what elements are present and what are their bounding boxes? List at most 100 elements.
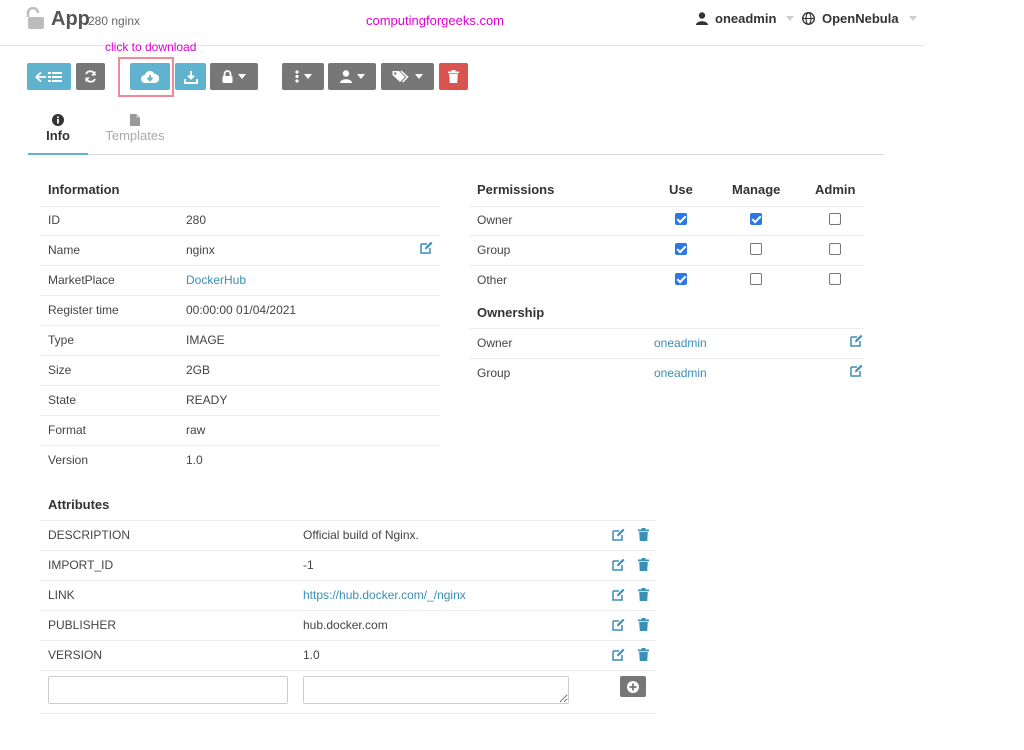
info-label: Format xyxy=(48,423,87,437)
owner-link[interactable]: oneadmin xyxy=(654,336,707,350)
zone-menu[interactable]: OpenNebula xyxy=(802,11,917,26)
new-attribute-value-input[interactable] xyxy=(303,676,569,704)
ownership-label: Group xyxy=(477,366,511,380)
attributes-title: Attributes xyxy=(48,497,110,512)
ownership-title: Ownership xyxy=(477,305,545,320)
divider xyxy=(40,713,656,714)
edit-icon[interactable] xyxy=(612,588,625,601)
edit-icon[interactable] xyxy=(612,648,625,661)
info-label: Name xyxy=(48,243,81,257)
edit-icon[interactable] xyxy=(850,364,863,377)
info-label: Version xyxy=(48,453,89,467)
info-value: raw xyxy=(186,423,206,437)
attribute-link[interactable]: https://hub.docker.com/_/nginx xyxy=(303,588,466,602)
zone-name: OpenNebula xyxy=(822,11,899,26)
divider xyxy=(40,235,440,236)
info-label: Register time xyxy=(48,303,119,317)
attribute-key: PUBLISHER xyxy=(48,618,117,632)
trash-icon[interactable] xyxy=(638,588,649,601)
active-tab-indicator xyxy=(28,153,88,155)
permissions-col-use: Use xyxy=(669,182,693,197)
tab-templates[interactable]: Templates xyxy=(104,114,166,143)
owner-manage-checkbox[interactable] xyxy=(750,213,762,225)
edit-icon[interactable] xyxy=(850,334,863,347)
trash-icon[interactable] xyxy=(638,558,649,571)
divider xyxy=(40,520,656,521)
marketplace-link[interactable]: DockerHub xyxy=(186,273,246,287)
ownership-label: Owner xyxy=(477,336,513,350)
globe-icon xyxy=(802,12,815,25)
change-owner-button[interactable] xyxy=(328,63,376,90)
permission-label: Other xyxy=(477,273,508,287)
watermark-text: computingforgeeks.com xyxy=(366,13,505,28)
trash-icon[interactable] xyxy=(638,618,649,631)
other-admin-checkbox[interactable] xyxy=(829,273,841,285)
tab-info-label: Info xyxy=(46,128,70,143)
download-icon xyxy=(183,70,198,84)
divider xyxy=(40,206,440,207)
trash-icon[interactable] xyxy=(638,648,649,661)
divider xyxy=(470,235,864,236)
info-value: READY xyxy=(186,393,228,407)
info-value: 00:00:00 01/04/2021 xyxy=(186,303,297,317)
info-label: ID xyxy=(48,213,60,227)
vertical-ellipsis-icon xyxy=(294,70,299,83)
tab-info[interactable]: Info xyxy=(28,114,88,143)
divider xyxy=(40,265,440,266)
user-menu[interactable]: oneadmin xyxy=(696,11,795,26)
edit-icon[interactable] xyxy=(612,618,625,631)
back-to-list-button[interactable] xyxy=(27,63,71,90)
file-icon xyxy=(130,114,140,126)
info-label: MarketPlace xyxy=(48,273,115,287)
owner-admin-checkbox[interactable] xyxy=(829,213,841,225)
edit-icon[interactable] xyxy=(612,558,625,571)
info-circle-icon xyxy=(52,114,64,126)
group-manage-checkbox[interactable] xyxy=(750,243,762,255)
tags-icon xyxy=(392,70,409,83)
tab-templates-label: Templates xyxy=(105,128,165,143)
chevron-down-icon xyxy=(303,74,312,79)
owner-use-checkbox[interactable] xyxy=(675,213,687,225)
trash-icon[interactable] xyxy=(638,528,649,541)
lock-dropdown-button[interactable] xyxy=(210,63,258,90)
edit-icon[interactable] xyxy=(420,241,433,254)
attribute-key: LINK xyxy=(48,588,75,602)
more-actions-button[interactable] xyxy=(282,63,324,90)
attribute-value: Official build of Nginx. xyxy=(303,528,419,542)
new-attribute-key-input[interactable] xyxy=(48,676,288,704)
info-label: Type xyxy=(48,333,75,347)
group-use-checkbox[interactable] xyxy=(675,243,687,255)
unlock-icon xyxy=(26,7,44,29)
edit-icon[interactable] xyxy=(612,528,625,541)
info-value: IMAGE xyxy=(186,333,225,347)
permissions-title: Permissions xyxy=(477,182,555,197)
information-title: Information xyxy=(48,182,120,197)
divider xyxy=(40,415,440,416)
user-icon xyxy=(696,12,708,25)
user-icon xyxy=(339,70,352,83)
download-button[interactable] xyxy=(130,63,170,90)
divider xyxy=(40,670,656,671)
divider xyxy=(40,355,440,356)
chevron-down-icon xyxy=(415,74,423,79)
labels-button[interactable] xyxy=(381,63,434,90)
group-link[interactable]: oneadmin xyxy=(654,366,707,380)
info-label: Size xyxy=(48,363,72,377)
divider xyxy=(40,610,656,611)
add-attribute-button[interactable] xyxy=(620,676,646,697)
attribute-key: DESCRIPTION xyxy=(48,528,131,542)
chevron-down-icon xyxy=(238,74,246,79)
other-manage-checkbox[interactable] xyxy=(750,273,762,285)
refresh-button[interactable] xyxy=(76,63,105,90)
other-use-checkbox[interactable] xyxy=(675,273,687,285)
divider xyxy=(40,580,656,581)
attribute-key: IMPORT_ID xyxy=(48,558,114,572)
attribute-value: -1 xyxy=(303,558,314,572)
download-annotation: click to download xyxy=(105,40,197,54)
delete-button[interactable] xyxy=(439,63,468,90)
export-button[interactable] xyxy=(175,63,206,90)
trash-icon xyxy=(448,70,459,83)
info-value: 1.0 xyxy=(186,453,203,467)
user-name: oneadmin xyxy=(715,11,777,26)
group-admin-checkbox[interactable] xyxy=(829,243,841,255)
